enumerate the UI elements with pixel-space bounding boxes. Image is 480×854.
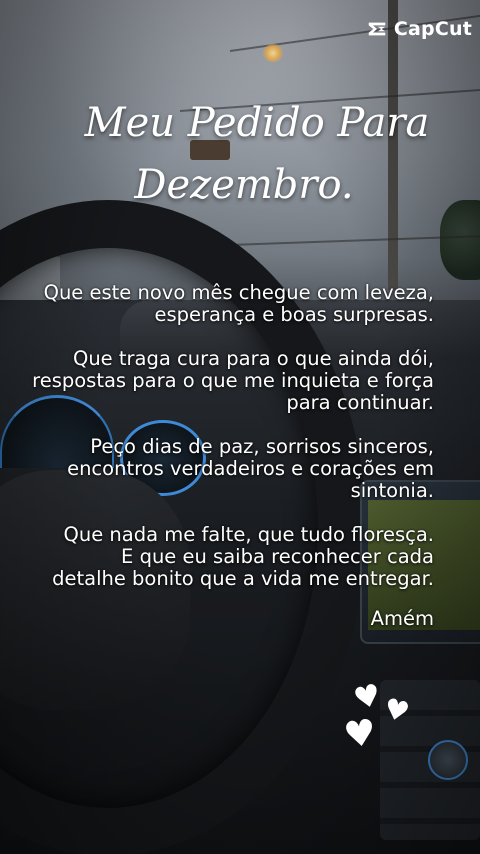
poem-text: Que este novo mês chegue com leveza, esp… [10, 282, 434, 630]
poem-line: Que este novo mês chegue com leveza, [43, 281, 434, 304]
poem-line: respostas para o que me inquieta e força [32, 369, 434, 392]
poem-line: esperança e boas surpresas. [154, 303, 434, 326]
poem-line: Que traga cura para o que ainda dói, [72, 347, 434, 370]
poem-stanza: Peço dias de paz, sorrisos sinceros, enc… [10, 436, 434, 502]
poem-line: detalhe bonito que a vida me entregar. [52, 567, 434, 590]
title-line-1: Meu Pedido Para [84, 100, 430, 146]
poem-line: Peço dias de paz, sorrisos sinceros, [90, 435, 434, 458]
capcut-brand-name: CapCut [393, 18, 472, 40]
poem-line: E que eu saiba reconhecer cada [121, 545, 434, 568]
poem-line: sintonia. [350, 479, 434, 502]
page-title: Meu Pedido Para Dezembro. [0, 92, 480, 216]
poem-line: encontros verdadeiros e corações em [67, 457, 434, 480]
capcut-watermark: CapCut [366, 18, 472, 40]
poem-stanza: Que nada me falte, que tudo floresça. E … [10, 524, 434, 590]
poem-line: Que nada me falte, que tudo floresça. [63, 523, 434, 546]
poem-stanza: Que traga cura para o que ainda dói, res… [10, 348, 434, 414]
capcut-logo-icon [368, 22, 386, 36]
poem-line: para continuar. [286, 391, 434, 414]
poem-stanza: Que este novo mês chegue com leveza, esp… [10, 282, 434, 326]
poem-closing: Amém [370, 607, 434, 630]
title-line-2: Dezembro. [134, 162, 354, 208]
heart-icon: ♥ [341, 711, 379, 758]
